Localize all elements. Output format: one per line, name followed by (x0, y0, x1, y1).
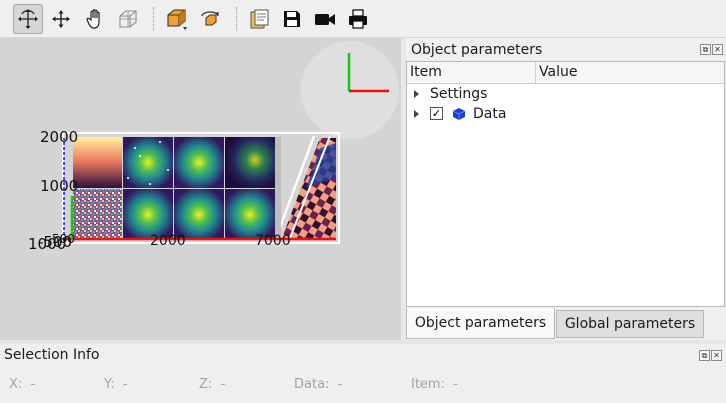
selection-item: Item: - (411, 377, 458, 392)
selection-z: Z: - (199, 377, 225, 392)
save-icon (284, 11, 300, 27)
main-toolbar (0, 0, 726, 38)
pan-button[interactable] (80, 4, 110, 34)
close-dock-icon[interactable]: ✕ (712, 44, 723, 55)
field-value: - (220, 377, 226, 392)
selection-y: Y: - (104, 377, 128, 392)
toolbar-separator (236, 7, 237, 31)
field-label: Item: (411, 377, 445, 392)
field-label: Data: (294, 377, 330, 392)
object-tree[interactable]: Item Value Settings ✓ Data (406, 61, 725, 307)
data-visible-checkbox[interactable]: ✓ (430, 107, 443, 120)
move-button[interactable] (46, 4, 76, 34)
cube-icon (452, 108, 466, 120)
reset-rotation-icon (201, 11, 219, 26)
close-dock-icon[interactable]: ✕ (711, 350, 722, 361)
float-dock-icon[interactable]: ⧉ (700, 44, 711, 55)
selection-info-title: Selection Info (4, 347, 100, 363)
print-button[interactable] (343, 4, 373, 34)
tab-global-parameters[interactable]: Global parameters (556, 310, 704, 338)
zoom-box-button[interactable] (113, 4, 143, 34)
field-label: X: (9, 377, 23, 392)
save-button[interactable] (277, 4, 307, 34)
zoom-box-icon (119, 10, 137, 28)
expand-arrow-icon[interactable] (414, 90, 419, 98)
horizontal-splitter-handle[interactable] (0, 340, 726, 344)
object-parameters-dock-title: Object parameters ⧉ ✕ (406, 39, 726, 61)
print-icon (349, 9, 367, 29)
field-label: Y: (104, 377, 115, 392)
field-value: - (30, 377, 36, 392)
field-value: - (453, 377, 458, 392)
tick-label: 7000 (255, 233, 291, 249)
column-header-item[interactable]: Item (407, 62, 442, 84)
record-video-icon (315, 14, 335, 25)
copy-clipboard-button[interactable] (244, 4, 274, 34)
field-value: - (122, 377, 128, 392)
rotate-icon (18, 9, 38, 29)
record-video-button[interactable] (310, 4, 340, 34)
box-view-button[interactable] (162, 4, 192, 34)
box-view-icon (167, 9, 187, 30)
image-stack-plot: 2000 1000 -500 1000 2000 7000 500 (28, 128, 340, 253)
tick-label: 500 (52, 232, 75, 246)
toolbar-separator (153, 7, 154, 31)
tree-row-data[interactable]: ✓ Data (407, 104, 724, 124)
selection-info-dock-buttons: ⧉ ✕ (699, 350, 722, 361)
move-icon (52, 10, 70, 28)
dock-title-text: Object parameters (411, 42, 543, 58)
rotate-button[interactable] (13, 4, 43, 34)
parameter-tabs: Object parameters Global parameters (406, 308, 726, 340)
tick-label: 1000 (40, 177, 78, 195)
selection-x: X: - (9, 377, 35, 392)
float-dock-icon[interactable]: ⧉ (699, 350, 710, 361)
plot-3d-viewport[interactable]: 2000 1000 -500 1000 2000 7000 500 (0, 38, 401, 340)
tree-row-label: Settings (430, 86, 488, 102)
tree-header: Item Value (407, 62, 724, 84)
tree-row-settings[interactable]: Settings (407, 84, 724, 104)
tick-label: 2000 (40, 128, 78, 146)
expand-arrow-icon[interactable] (414, 110, 419, 118)
tab-object-parameters[interactable]: Object parameters (406, 308, 555, 339)
copy-clipboard-icon (250, 9, 269, 29)
tick-label: 2000 (150, 233, 186, 249)
column-header-value[interactable]: Value (536, 62, 577, 84)
selection-data: Data: - (294, 377, 342, 392)
pan-hand-icon (86, 9, 100, 29)
tree-row-label: Data (473, 106, 507, 122)
field-value: - (337, 377, 343, 392)
field-label: Z: (199, 377, 213, 392)
reset-rotation-button[interactable] (195, 4, 225, 34)
